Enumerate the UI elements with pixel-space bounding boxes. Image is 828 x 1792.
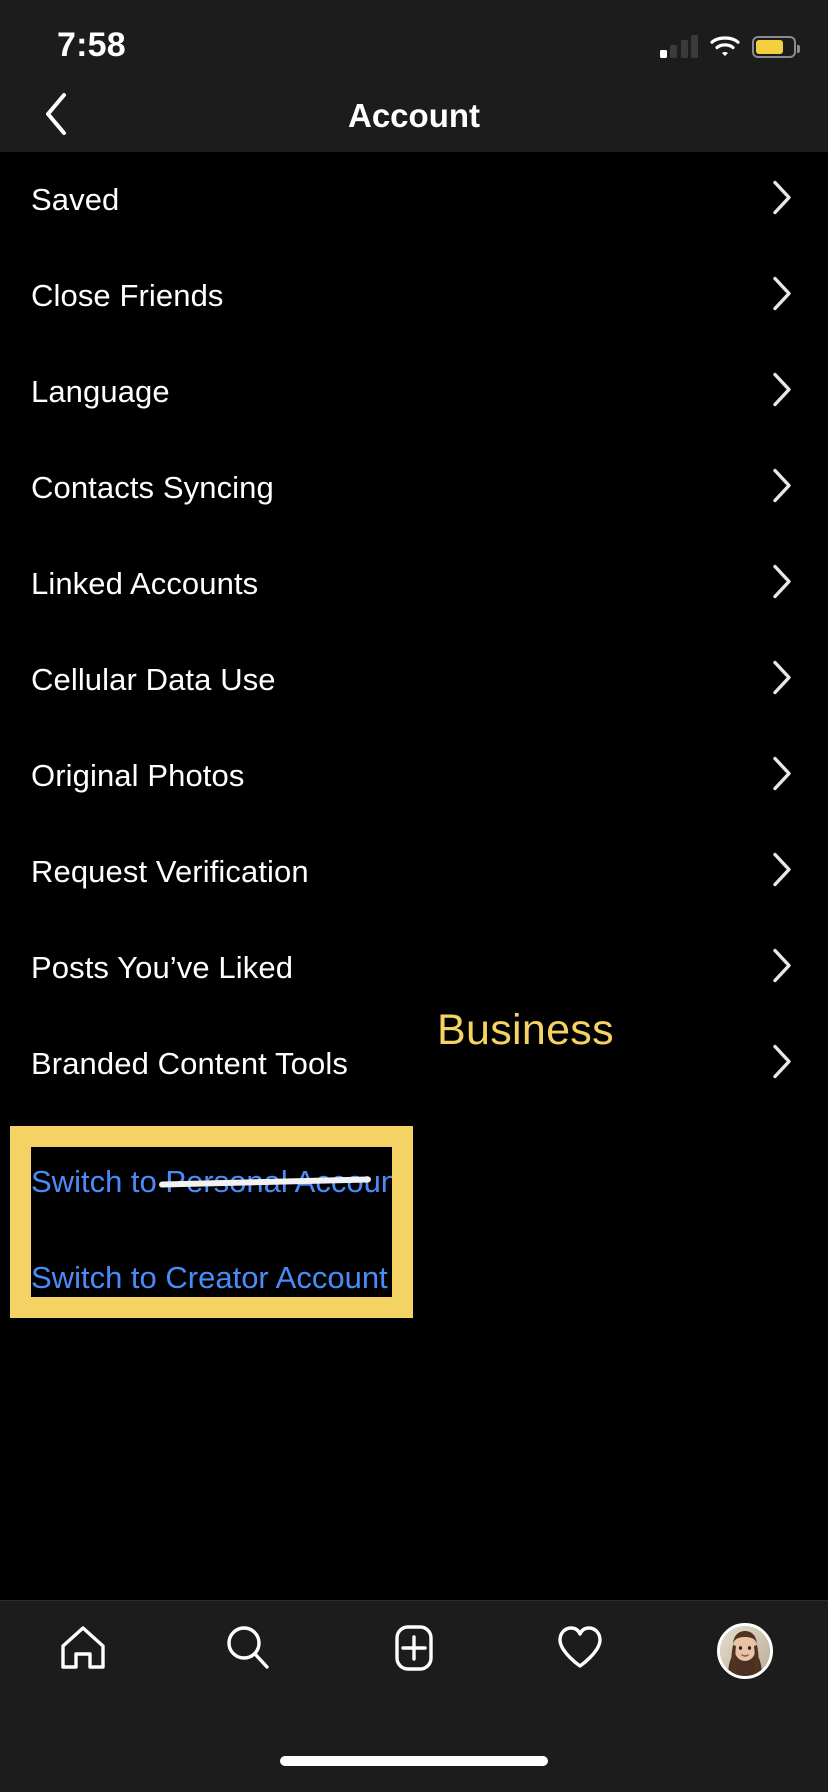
struck-word-text: Personal [165,1164,288,1199]
chevron-left-icon [43,92,69,141]
chevron-right-icon [772,852,792,892]
switch-to-personal-account-label: Switch to Personal Account [31,1164,407,1200]
list-item[interactable]: Request Verification [0,824,828,920]
profile-avatar [717,1622,774,1679]
add-post-icon [388,1622,440,1679]
list-item-label: Close Friends [31,278,224,313]
list-item[interactable]: Original Photos [0,728,828,824]
list-item-label: Request Verification [31,854,309,889]
list-item-label: Linked Accounts [31,566,259,601]
page-title: Account [348,97,480,134]
tab-bar-background [0,1700,828,1792]
tab-home[interactable] [0,1601,166,1701]
heart-icon [554,1622,606,1679]
chevron-right-icon [772,564,792,604]
tab-profile[interactable] [662,1601,828,1701]
status-bar-clock: 7:58 [57,26,126,64]
chevron-right-icon [772,756,792,796]
status-bar: 7:58 [0,0,828,80]
list-item-label: Saved [31,182,120,217]
back-button[interactable] [26,80,86,152]
list-item[interactable]: Branded Content Tools [0,1016,828,1112]
list-item[interactable]: Language [0,344,828,440]
switch-account-group: Switch to Personal Account Switch to Cre… [0,1134,828,1326]
list-item-label: Language [31,374,170,409]
chevron-right-icon [772,1044,792,1084]
struck-word-personal: Personal [159,1164,372,1200]
list-item[interactable]: Contacts Syncing [0,440,828,536]
tab-bar [0,1600,828,1700]
phone-screen: 7:58 Account Saved Close Friends Languag… [0,0,828,1792]
tab-activity[interactable] [497,1601,663,1701]
chevron-right-icon [772,660,792,700]
chevron-right-icon [772,180,792,220]
annotation-note-text: Business [437,1006,614,1054]
switch-suffix-text: Account [287,1164,407,1199]
switch-prefix-text: Switch to [31,1164,166,1199]
home-indicator [280,1756,548,1766]
list-item[interactable]: Close Friends [0,248,828,344]
tab-new-post[interactable] [331,1601,497,1701]
battery-icon [752,36,800,58]
list-item-label: Branded Content Tools [31,1046,348,1081]
status-bar-indicators [659,30,800,58]
list-item[interactable]: Saved [0,152,828,248]
settings-list: Saved Close Friends Language Contacts Sy… [0,152,828,1112]
search-icon [222,1622,274,1679]
list-item[interactable]: Cellular Data Use [0,632,828,728]
list-item-label: Cellular Data Use [31,662,276,697]
tab-search[interactable] [166,1601,332,1701]
chevron-right-icon [772,948,792,988]
list-item[interactable]: Linked Accounts [0,536,828,632]
list-item-label: Posts You’ve Liked [31,950,294,985]
switch-to-personal-account-row[interactable]: Switch to Personal Account [0,1134,828,1230]
home-icon [57,1622,109,1679]
switch-to-creator-account-label: Switch to Creator Account [31,1260,388,1295]
wifi-icon [710,35,740,58]
list-item[interactable]: Posts You’ve Liked [0,920,828,1016]
switch-to-creator-account-row[interactable]: Switch to Creator Account [0,1230,828,1326]
chevron-right-icon [772,468,792,508]
list-item-label: Original Photos [31,758,245,793]
chevron-right-icon [772,276,792,316]
nav-header: Account [0,80,828,152]
list-item-label: Contacts Syncing [31,470,274,505]
cellular-signal-icon [659,35,698,58]
chevron-right-icon [772,372,792,412]
